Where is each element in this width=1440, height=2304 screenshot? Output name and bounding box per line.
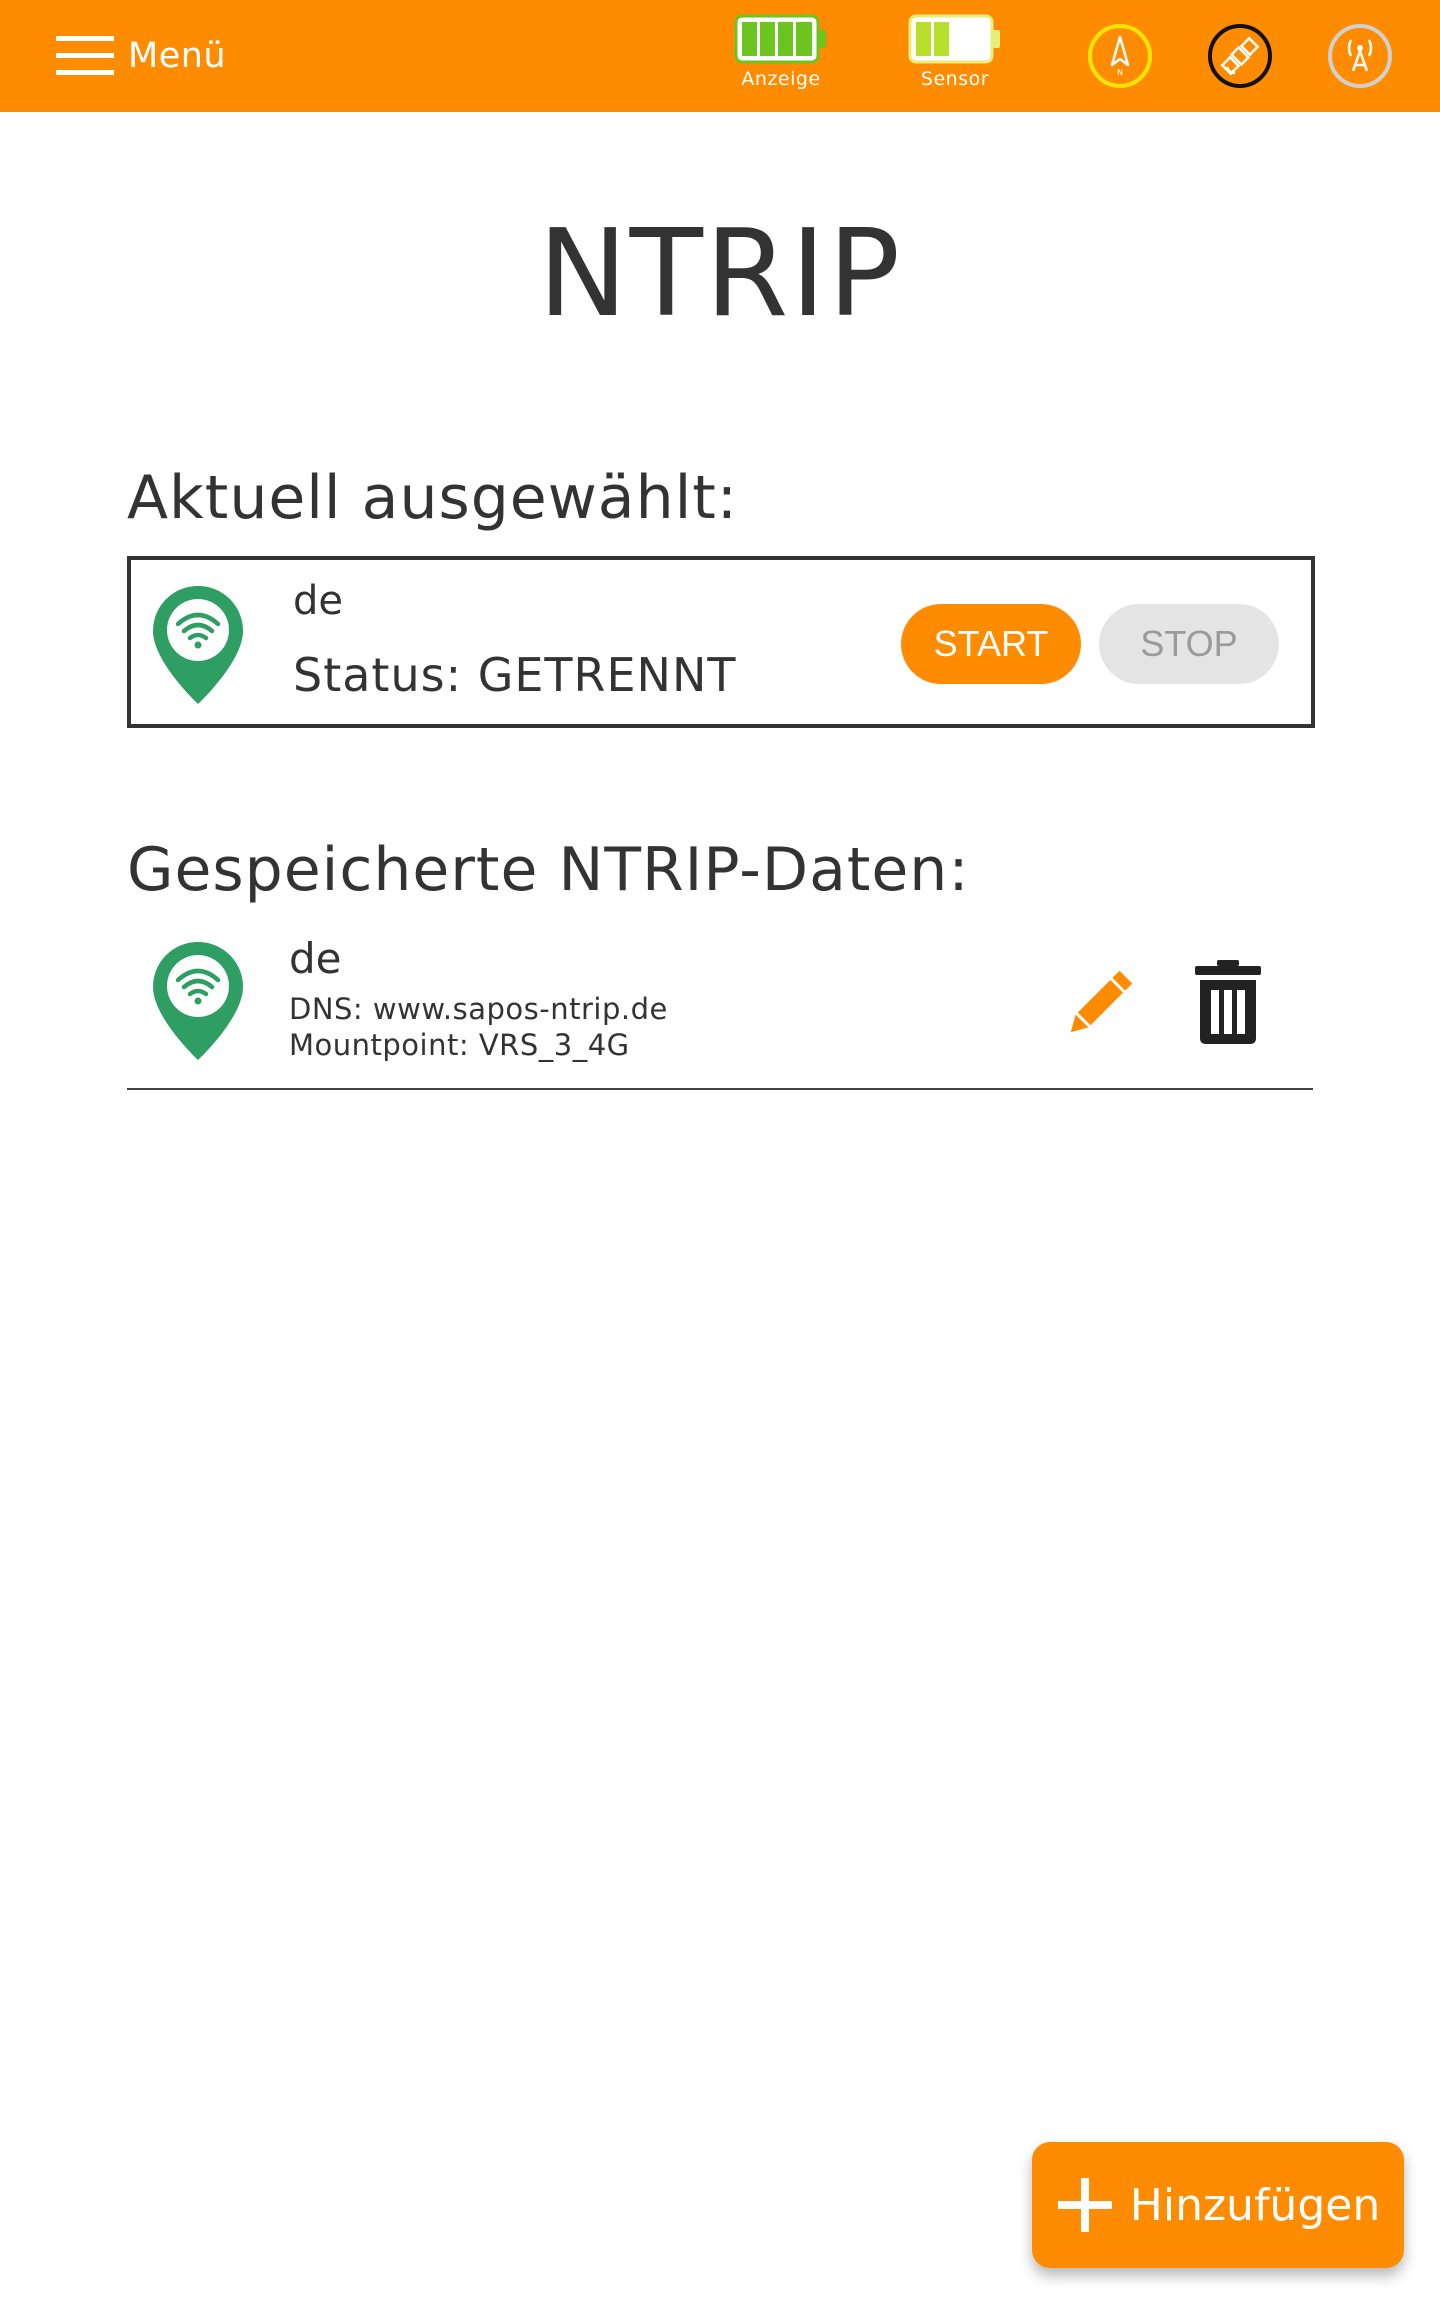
hamburger-icon [56, 36, 114, 75]
satellite-icon[interactable] [1207, 23, 1273, 89]
start-button[interactable]: START [901, 604, 1081, 684]
saved-item-mountpoint: Mountpoint: VRS_3_4G [289, 1028, 630, 1062]
sensor-battery-indicator: Sensor [900, 14, 1010, 90]
stop-button[interactable]: STOP [1099, 604, 1279, 684]
display-battery-label: Anzeige [741, 68, 821, 90]
edit-pencil-icon[interactable] [1059, 964, 1139, 1044]
list-item[interactable]: de DNS: www.sapos-ntrip.de Mountpoint: V… [127, 920, 1313, 1090]
antenna-icon[interactable] [1327, 23, 1393, 89]
sensor-battery-label: Sensor [920, 68, 990, 90]
plus-icon [1057, 2178, 1112, 2232]
connection-status: Status: GETRENNT [293, 648, 737, 702]
add-button-label: Hinzufügen [1129, 2179, 1381, 2231]
add-button[interactable]: Hinzufügen [1032, 2142, 1404, 2268]
saved-item-name: de [289, 934, 342, 983]
page-title: NTRIP [537, 205, 903, 344]
top-bar: Menü Anzeige Sensor N [0, 0, 1440, 112]
compass-icon[interactable]: N [1087, 23, 1153, 89]
saved-item-dns: DNS: www.sapos-ntrip.de [289, 992, 668, 1026]
location-wifi-pin-icon [153, 942, 243, 1060]
delete-trash-icon[interactable] [1193, 960, 1263, 1044]
battery-half-icon [908, 14, 1000, 64]
current-selection-card: de Status: GETRENNT START STOP [127, 556, 1315, 728]
menu-button[interactable]: Menü [56, 26, 226, 86]
location-wifi-pin-icon [153, 586, 243, 704]
svg-text:N: N [1117, 68, 1123, 77]
current-selection-heading: Aktuell ausgewählt: [127, 463, 739, 533]
display-battery-indicator: Anzeige [726, 14, 836, 90]
selected-ntrip-name: de [293, 578, 343, 624]
battery-full-icon [734, 14, 826, 64]
menu-label: Menü [128, 36, 227, 76]
saved-ntrip-heading: Gespeicherte NTRIP-Daten: [127, 835, 970, 905]
